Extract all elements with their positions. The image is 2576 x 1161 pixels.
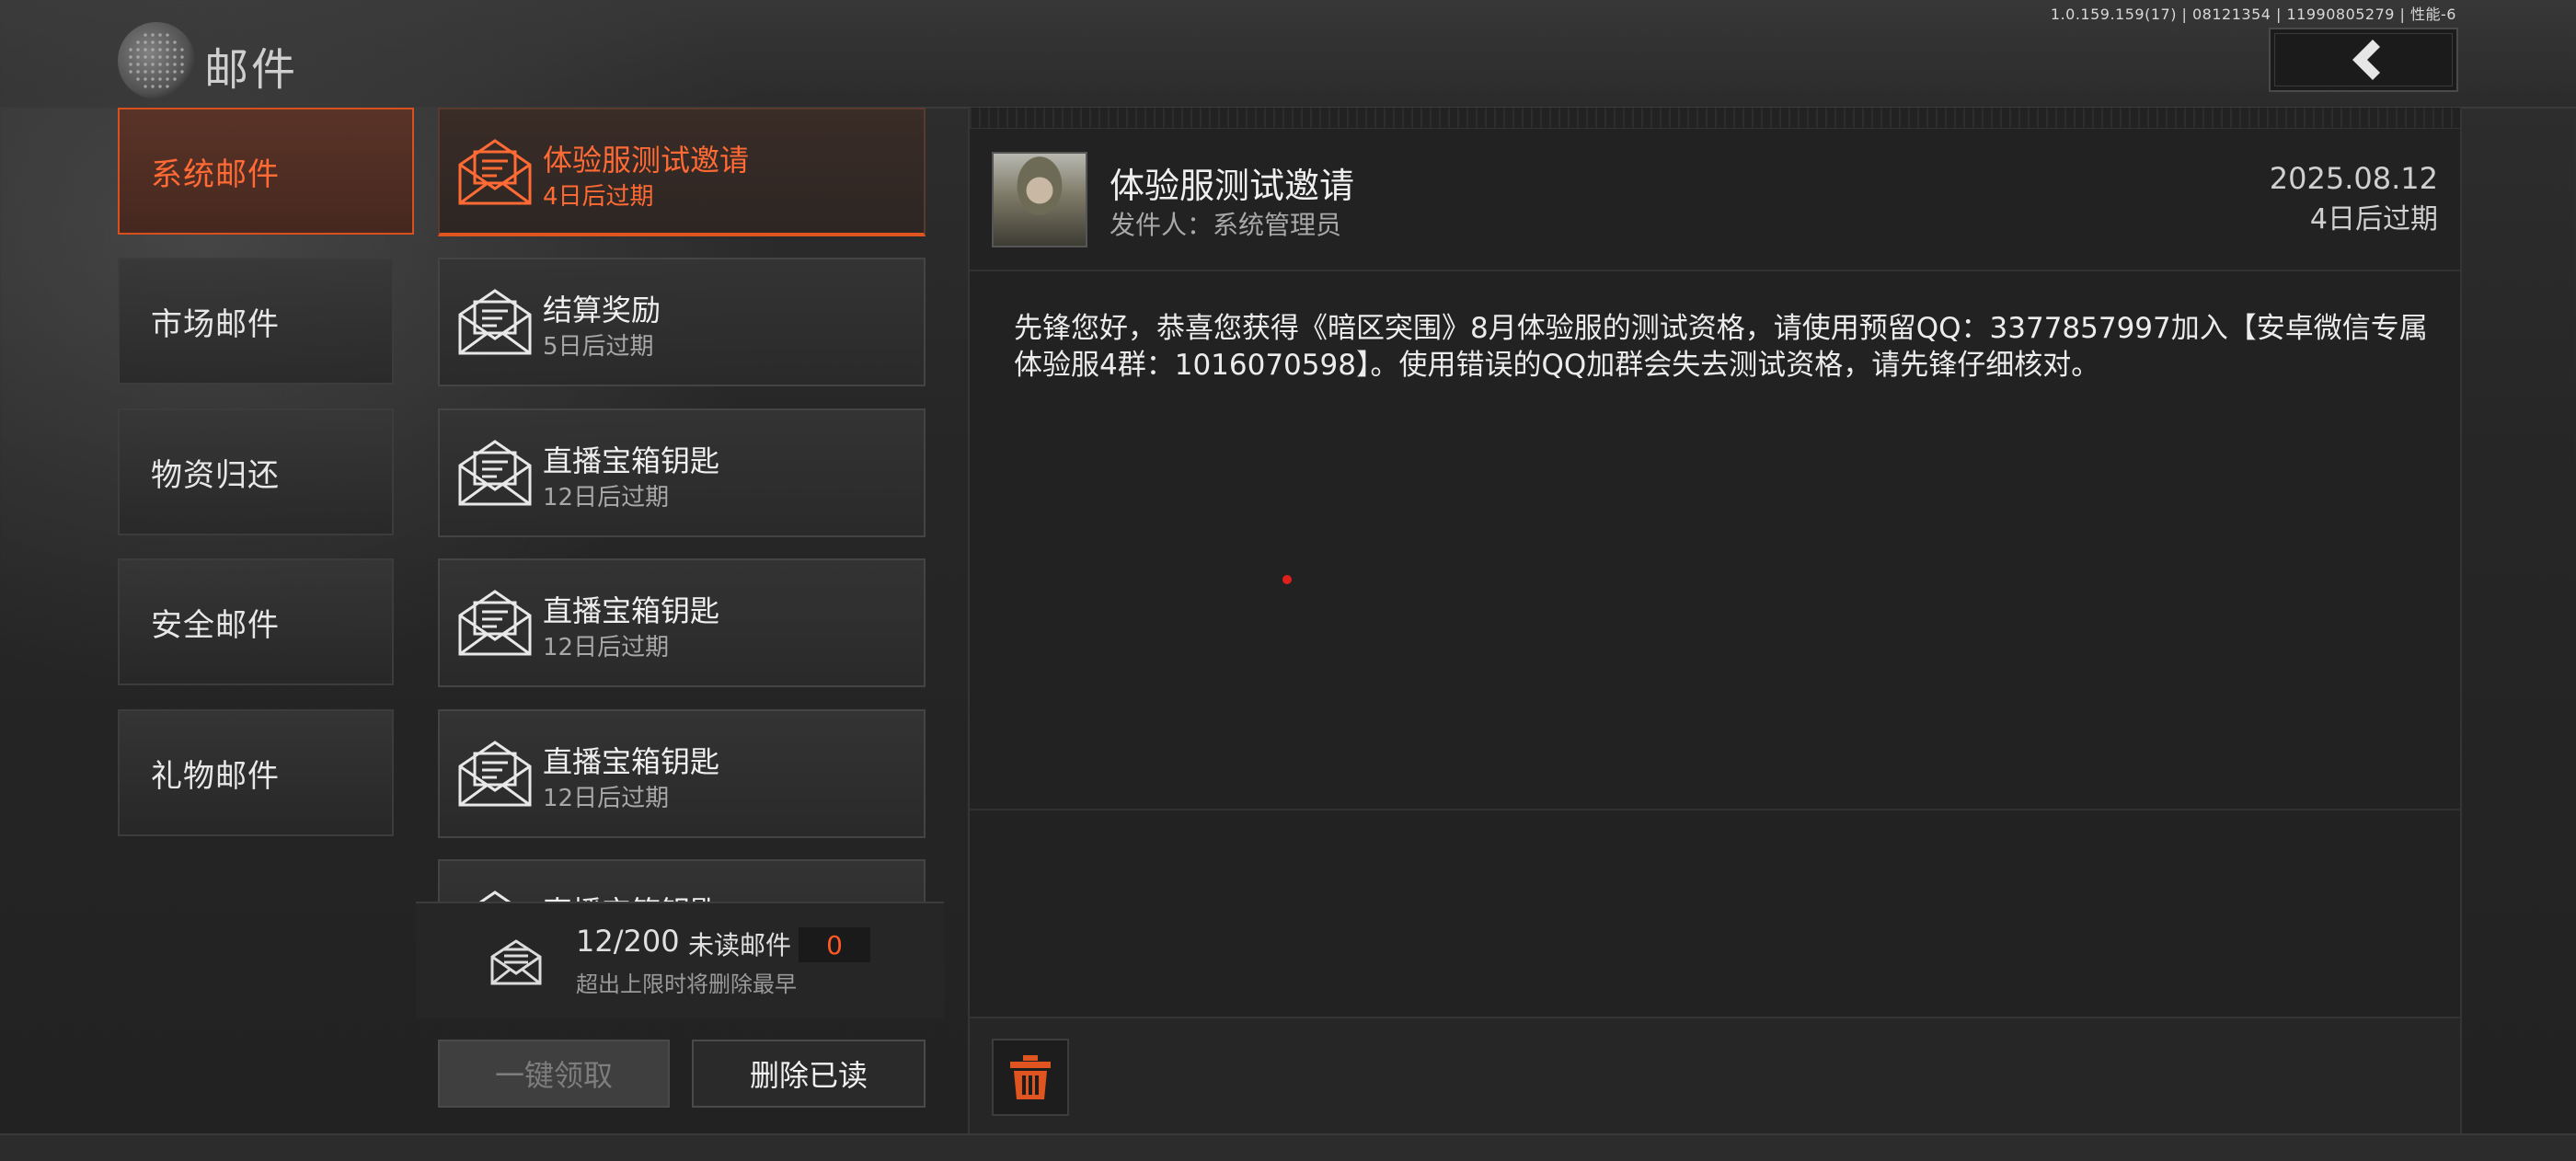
category-label: 市场邮件 [151, 305, 280, 343]
chevron-left-icon [2352, 40, 2380, 80]
mail-title: 直播宝箱钥匙 [543, 744, 720, 779]
mail-title: 体验服测试邀请 [543, 143, 750, 178]
unread-count-badge: 0 [799, 927, 870, 962]
mail-item[interactable]: 直播宝箱钥匙 12日后过期 [438, 558, 926, 687]
category-security-mail[interactable]: 安全邮件 [118, 558, 394, 685]
category-system-mail[interactable]: 系统邮件 [118, 108, 414, 235]
claim-all-button[interactable]: 一键领取 [438, 1040, 670, 1108]
mailbox-status-bar: 12/200 未读邮件 0 超出上限时将删除最早 [416, 902, 944, 1018]
category-label: 物资归还 [151, 456, 280, 494]
mail-date: 2025.08.12 [2269, 161, 2438, 196]
body-divider [970, 809, 2460, 810]
mail-item[interactable]: 体验服测试邀请 4日后过期 [438, 108, 926, 236]
mail-title: 直播宝箱钥匙 [543, 593, 720, 628]
mail-title: 直播宝箱钥匙 [543, 889, 719, 902]
mail-detail-panel: 体验服测试邀请 发件人：系统管理员 2025.08.12 4日后过期 先锋您好，… [968, 108, 2462, 1135]
mail-expiry: 4日后过期 [543, 183, 654, 211]
detail-divider [970, 270, 2460, 271]
mail-expiry: 5日后过期 [543, 333, 654, 361]
unread-label: 未读邮件 [688, 930, 792, 960]
mail-globe-icon [118, 22, 195, 99]
back-button[interactable] [2269, 28, 2458, 92]
category-gift-mail[interactable]: 礼物邮件 [118, 709, 394, 836]
mail-item[interactable]: 直播宝箱钥匙 12日后过期 [438, 709, 926, 838]
category-label: 系统邮件 [151, 155, 280, 193]
build-info: 1.0.159.159(17) | 08121354 | 11990805279… [2050, 6, 2456, 23]
mail-expiry-detail: 4日后过期 [2309, 203, 2438, 236]
envelope-open-icon [458, 289, 532, 355]
mail-expiry: 12日后过期 [543, 484, 670, 512]
envelope-open-icon [458, 741, 532, 807]
envelope-open-icon [458, 139, 532, 205]
envelope-open-icon [473, 891, 517, 902]
envelope-open-icon [458, 440, 532, 506]
trash-icon [1010, 1055, 1051, 1099]
detail-title: 体验服测试邀请 [1110, 166, 1355, 206]
mail-item[interactable]: 结算奖励 5日后过期 [438, 258, 926, 386]
cursor-dot [1282, 575, 1292, 584]
page-title: 邮件 [204, 44, 299, 96]
category-label: 礼物邮件 [151, 757, 280, 795]
mailbox-icon [490, 939, 542, 985]
bottom-bar [0, 1133, 2576, 1161]
mail-body-text: 先锋您好，恭喜您获得《暗区突围》8月体验服的测试资格，请使用预留QQ：33778… [1014, 312, 2428, 382]
sender-label: 发件人：系统管理员 [1110, 210, 1342, 240]
category-supply-return[interactable]: 物资归还 [118, 408, 394, 535]
delete-mail-button[interactable] [992, 1039, 1069, 1116]
detail-top-strip [970, 108, 2460, 129]
mail-count: 12/200 [576, 924, 680, 959]
category-label: 安全邮件 [151, 606, 280, 644]
mail-expiry: 12日后过期 [543, 634, 670, 661]
limit-note: 超出上限时将删除最早 [576, 971, 797, 997]
mail-item[interactable]: 直播宝箱钥匙 [438, 859, 926, 902]
delete-read-button[interactable]: 删除已读 [692, 1040, 926, 1108]
sender-avatar [992, 152, 1087, 247]
envelope-open-icon [458, 590, 532, 656]
mail-title: 结算奖励 [543, 293, 661, 328]
mail-expiry: 12日后过期 [543, 785, 670, 812]
mail-title: 直播宝箱钥匙 [543, 443, 720, 478]
detail-footer [970, 1017, 2460, 1135]
mail-item[interactable]: 直播宝箱钥匙 12日后过期 [438, 408, 926, 537]
mail-list[interactable]: 体验服测试邀请 4日后过期 结算奖励 5日后过期 直播宝箱钥匙 12日后过期 直… [438, 108, 926, 902]
category-market-mail[interactable]: 市场邮件 [118, 258, 394, 385]
